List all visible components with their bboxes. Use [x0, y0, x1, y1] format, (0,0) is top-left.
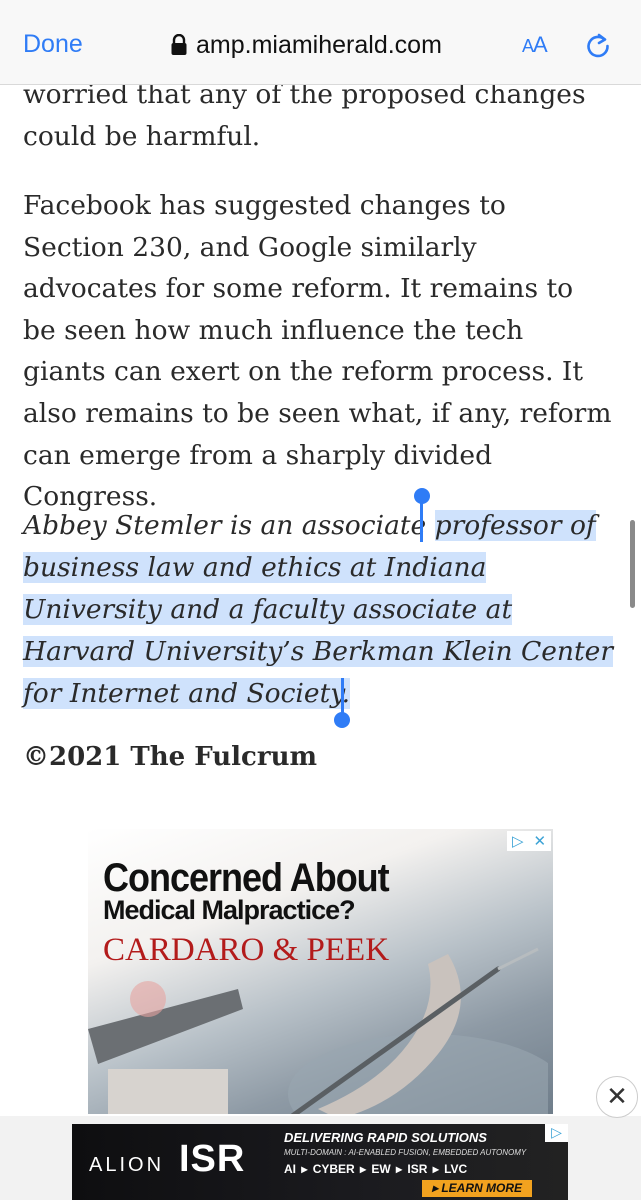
ad-subline: MULTI-DOMAIN : AI-ENABLED FUSION, EMBEDD… — [284, 1148, 527, 1157]
ad-subheadline: Medical Malpractice? — [103, 895, 356, 925]
advertisement-banner[interactable]: Concerned About Medical Malpractice? CAR… — [88, 829, 553, 1114]
learn-more-button[interactable]: ▸ LEARN MORE — [422, 1180, 532, 1197]
scrollbar[interactable] — [630, 520, 635, 608]
url-text: amp.miamiherald.com — [196, 30, 442, 59]
adchoices-triangle-icon: ▷ — [511, 833, 524, 850]
adchoices-icon[interactable]: ▷ — [545, 1124, 568, 1142]
bio-text: Abbey Stemler is an associate — [23, 510, 435, 541]
close-ad-button[interactable]: ✕ — [596, 1076, 638, 1118]
article-paragraph: worried that any of the proposed changes… — [23, 79, 586, 152]
forceps-image — [88, 981, 243, 1114]
author-bio[interactable]: Abbey Stemler is an associate professor … — [23, 505, 623, 715]
address-bar[interactable]: amp.miamiherald.com — [170, 28, 442, 62]
scalpel-image — [288, 947, 548, 1114]
ad-brand-alion: ALION — [89, 1154, 165, 1176]
advertisement-sticky[interactable]: ALION ISR DELIVERING RAPID SOLUTIONS MUL… — [72, 1124, 568, 1200]
done-button[interactable]: Done — [23, 30, 83, 59]
selection-end-handle[interactable] — [334, 712, 350, 728]
article-paragraph: Facebook has suggested changes to Sectio… — [23, 190, 612, 513]
ad-headline: DELIVERING RAPID SOLUTIONS — [284, 1130, 487, 1145]
ad-close-icon[interactable]: ✕ — [533, 832, 546, 850]
text-size-button[interactable]: AA — [522, 32, 548, 58]
reload-icon[interactable] — [584, 32, 612, 60]
ad-brand: CARDARO & PEEK — [103, 932, 390, 968]
lock-icon — [171, 34, 187, 55]
selection-start-caret — [420, 500, 423, 542]
ad-services: AI ▸ CYBER ▸ EW ▸ ISR ▸ LVC — [284, 1162, 468, 1176]
copyright-text: ©2021 The Fulcrum — [23, 742, 317, 772]
ad-brand-isr: ISR — [179, 1138, 246, 1180]
adchoices-icon[interactable]: ▷ ✕ — [507, 831, 551, 851]
browser-toolbar: Done amp.miamiherald.com AA — [0, 0, 641, 85]
